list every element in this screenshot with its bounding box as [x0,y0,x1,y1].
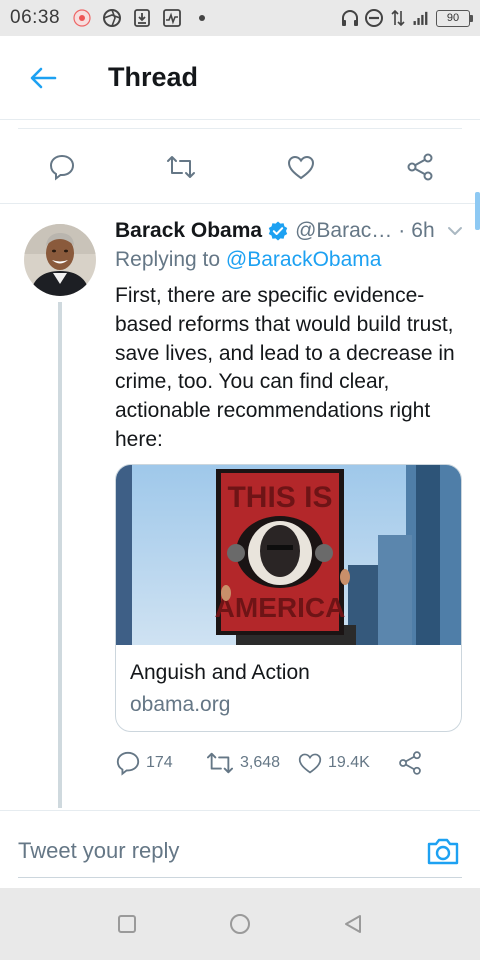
tweet-actions: 174 3,648 19.4K [115,748,435,778]
status-icons-left [72,8,212,28]
reply-button[interactable]: 174 [115,750,205,776]
avatar[interactable] [24,224,96,296]
reply-count: 174 [146,754,173,771]
status-icons-right: 90 [340,8,473,28]
retweet-button[interactable]: 3,648 [205,750,297,776]
replying-prefix: Replying to [115,248,221,271]
app-header: Thread [0,36,480,120]
previous-tweet-actions [18,128,462,204]
share-button[interactable] [402,149,438,185]
comment-icon [49,154,75,181]
triangle-back-icon [345,915,362,933]
heart-icon [287,155,314,179]
back-nav-button[interactable] [333,904,373,944]
scroll-indicator[interactable] [475,192,480,230]
retweet-button[interactable] [163,149,199,185]
notification-icon [72,8,92,28]
divider [0,203,480,204]
verified-badge-icon [267,220,289,242]
battery-level: 90 [446,12,460,24]
reply-button[interactable] [44,149,80,185]
arrow-left-icon [30,67,57,88]
reply-underline [18,877,462,878]
card-image: THIS IS AMERICA [116,465,461,645]
aperture-icon [102,8,122,28]
like-count: 19.4K [328,754,370,771]
status-time: 06:38 [10,7,61,28]
circle-icon [229,914,250,934]
retweet-icon [167,155,196,178]
download-icon [132,8,152,28]
headphones-icon [340,8,360,28]
tweet-header: Barack Obama @Barac… · 6h [115,216,465,246]
comment-icon [116,751,140,776]
link-card[interactable]: THIS IS AMERICA Anguish and Action obama… [115,464,462,732]
activity-icon [162,8,182,28]
author-name[interactable]: Barack Obama [115,219,262,243]
minus-circle-icon [364,8,384,28]
like-button[interactable]: 19.4K [297,751,397,775]
dot-icon [192,8,212,28]
back-button[interactable] [20,55,66,101]
heart-icon [298,753,322,774]
separator-dot: · [398,219,406,242]
camera-icon [427,838,459,865]
retweet-icon [207,752,233,774]
card-domain: obama.org [130,693,231,716]
like-button[interactable] [283,149,319,185]
tweet-text: First, there are specific evidence-based… [115,284,455,451]
status-bar: 06:38 90 [0,0,480,36]
recents-button[interactable] [107,904,147,944]
page-title: Thread [108,62,199,92]
card-image-text-bottom: AMERICA [215,592,346,623]
share-icon [399,751,421,775]
card-title: Anguish and Action [130,661,310,684]
system-nav-bar [0,888,480,960]
reply-input[interactable] [18,826,398,876]
home-button[interactable] [220,904,260,944]
camera-button[interactable] [424,832,462,870]
data-arrows-icon [388,8,408,28]
retweet-count: 3,648 [240,754,281,771]
thread-line [58,302,62,808]
square-icon [117,915,136,933]
card-image-text-top: THIS IS [227,481,332,514]
chevron-down-icon [448,227,462,235]
battery-icon: 90 [436,9,473,27]
share-button[interactable] [397,750,423,776]
author-handle[interactable]: @Barac… [295,219,392,243]
replying-to: Replying to @BarackObama [115,248,381,272]
tweet-menu-button[interactable] [445,221,465,241]
share-icon [407,153,433,180]
replying-mention-link[interactable]: @BarackObama [226,248,382,271]
tweet-time[interactable]: 6h [411,219,434,243]
signal-icon [412,8,432,28]
